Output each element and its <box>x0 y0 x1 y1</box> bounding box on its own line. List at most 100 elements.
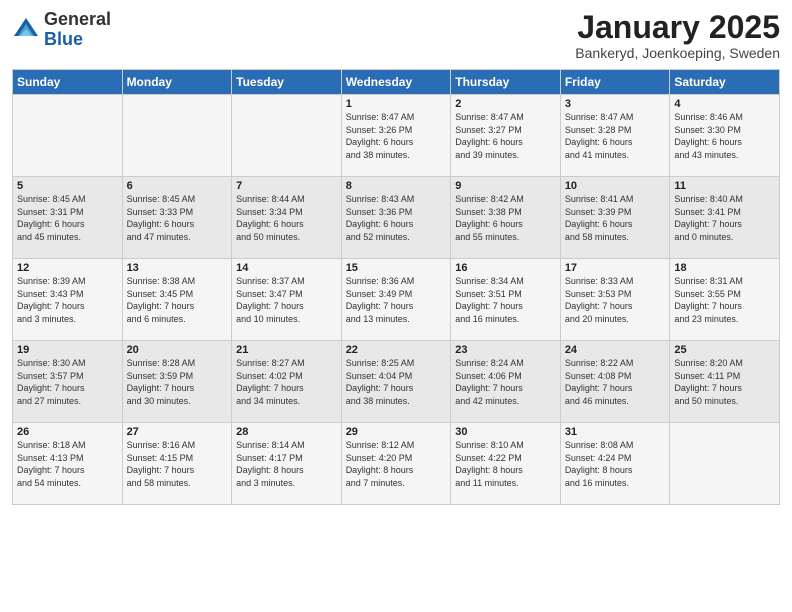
day-info: Sunrise: 8:44 AM Sunset: 3:34 PM Dayligh… <box>236 193 337 243</box>
day-info: Sunrise: 8:39 AM Sunset: 3:43 PM Dayligh… <box>17 275 118 325</box>
calendar-cell: 26Sunrise: 8:18 AM Sunset: 4:13 PM Dayli… <box>13 423 123 505</box>
title-block: January 2025 Bankeryd, Joenkoeping, Swed… <box>575 10 780 61</box>
calendar-cell: 14Sunrise: 8:37 AM Sunset: 3:47 PM Dayli… <box>232 259 342 341</box>
day-of-week-header: Wednesday <box>341 70 451 95</box>
calendar-cell: 25Sunrise: 8:20 AM Sunset: 4:11 PM Dayli… <box>670 341 780 423</box>
day-info: Sunrise: 8:12 AM Sunset: 4:20 PM Dayligh… <box>346 439 447 489</box>
calendar-cell: 10Sunrise: 8:41 AM Sunset: 3:39 PM Dayli… <box>560 177 670 259</box>
day-of-week-header: Thursday <box>451 70 561 95</box>
day-of-week-header: Tuesday <box>232 70 342 95</box>
day-info: Sunrise: 8:24 AM Sunset: 4:06 PM Dayligh… <box>455 357 556 407</box>
day-number: 12 <box>17 262 118 274</box>
day-number: 26 <box>17 426 118 438</box>
day-number: 15 <box>346 262 447 274</box>
day-number: 10 <box>565 180 666 192</box>
day-number: 21 <box>236 344 337 356</box>
day-of-week-header: Saturday <box>670 70 780 95</box>
day-number: 11 <box>674 180 775 192</box>
day-info: Sunrise: 8:14 AM Sunset: 4:17 PM Dayligh… <box>236 439 337 489</box>
day-info: Sunrise: 8:31 AM Sunset: 3:55 PM Dayligh… <box>674 275 775 325</box>
day-info: Sunrise: 8:10 AM Sunset: 4:22 PM Dayligh… <box>455 439 556 489</box>
logo: General Blue <box>12 10 111 50</box>
day-info: Sunrise: 8:46 AM Sunset: 3:30 PM Dayligh… <box>674 111 775 161</box>
day-number: 5 <box>17 180 118 192</box>
calendar-week-row: 1Sunrise: 8:47 AM Sunset: 3:26 PM Daylig… <box>13 95 780 177</box>
calendar-table: SundayMondayTuesdayWednesdayThursdayFrid… <box>12 69 780 505</box>
day-number: 24 <box>565 344 666 356</box>
calendar-week-row: 19Sunrise: 8:30 AM Sunset: 3:57 PM Dayli… <box>13 341 780 423</box>
day-number: 20 <box>127 344 228 356</box>
day-info: Sunrise: 8:27 AM Sunset: 4:02 PM Dayligh… <box>236 357 337 407</box>
day-number: 23 <box>455 344 556 356</box>
day-info: Sunrise: 8:30 AM Sunset: 3:57 PM Dayligh… <box>17 357 118 407</box>
day-number: 25 <box>674 344 775 356</box>
day-number: 22 <box>346 344 447 356</box>
calendar-cell: 22Sunrise: 8:25 AM Sunset: 4:04 PM Dayli… <box>341 341 451 423</box>
calendar-cell: 4Sunrise: 8:46 AM Sunset: 3:30 PM Daylig… <box>670 95 780 177</box>
calendar-cell: 27Sunrise: 8:16 AM Sunset: 4:15 PM Dayli… <box>122 423 232 505</box>
calendar-cell: 29Sunrise: 8:12 AM Sunset: 4:20 PM Dayli… <box>341 423 451 505</box>
day-info: Sunrise: 8:41 AM Sunset: 3:39 PM Dayligh… <box>565 193 666 243</box>
location: Bankeryd, Joenkoeping, Sweden <box>575 45 780 61</box>
day-info: Sunrise: 8:40 AM Sunset: 3:41 PM Dayligh… <box>674 193 775 243</box>
calendar-header-row: SundayMondayTuesdayWednesdayThursdayFrid… <box>13 70 780 95</box>
calendar-week-row: 26Sunrise: 8:18 AM Sunset: 4:13 PM Dayli… <box>13 423 780 505</box>
day-number: 30 <box>455 426 556 438</box>
calendar-cell: 8Sunrise: 8:43 AM Sunset: 3:36 PM Daylig… <box>341 177 451 259</box>
day-number: 29 <box>346 426 447 438</box>
day-number: 31 <box>565 426 666 438</box>
day-number: 19 <box>17 344 118 356</box>
calendar-cell: 13Sunrise: 8:38 AM Sunset: 3:45 PM Dayli… <box>122 259 232 341</box>
calendar-cell: 7Sunrise: 8:44 AM Sunset: 3:34 PM Daylig… <box>232 177 342 259</box>
calendar-week-row: 5Sunrise: 8:45 AM Sunset: 3:31 PM Daylig… <box>13 177 780 259</box>
day-number: 7 <box>236 180 337 192</box>
calendar-cell: 6Sunrise: 8:45 AM Sunset: 3:33 PM Daylig… <box>122 177 232 259</box>
day-info: Sunrise: 8:36 AM Sunset: 3:49 PM Dayligh… <box>346 275 447 325</box>
day-number: 17 <box>565 262 666 274</box>
day-info: Sunrise: 8:34 AM Sunset: 3:51 PM Dayligh… <box>455 275 556 325</box>
calendar-cell: 9Sunrise: 8:42 AM Sunset: 3:38 PM Daylig… <box>451 177 561 259</box>
logo-text: General Blue <box>44 10 111 50</box>
calendar-cell: 17Sunrise: 8:33 AM Sunset: 3:53 PM Dayli… <box>560 259 670 341</box>
calendar-cell <box>13 95 123 177</box>
month-title: January 2025 <box>575 10 780 45</box>
calendar-cell <box>122 95 232 177</box>
calendar-cell: 1Sunrise: 8:47 AM Sunset: 3:26 PM Daylig… <box>341 95 451 177</box>
day-info: Sunrise: 8:45 AM Sunset: 3:33 PM Dayligh… <box>127 193 228 243</box>
calendar-cell: 16Sunrise: 8:34 AM Sunset: 3:51 PM Dayli… <box>451 259 561 341</box>
day-info: Sunrise: 8:08 AM Sunset: 4:24 PM Dayligh… <box>565 439 666 489</box>
calendar-cell: 5Sunrise: 8:45 AM Sunset: 3:31 PM Daylig… <box>13 177 123 259</box>
calendar-cell: 21Sunrise: 8:27 AM Sunset: 4:02 PM Dayli… <box>232 341 342 423</box>
logo-blue: Blue <box>44 29 83 49</box>
calendar-cell: 24Sunrise: 8:22 AM Sunset: 4:08 PM Dayli… <box>560 341 670 423</box>
page-header: General Blue January 2025 Bankeryd, Joen… <box>12 10 780 61</box>
day-number: 1 <box>346 98 447 110</box>
calendar-week-row: 12Sunrise: 8:39 AM Sunset: 3:43 PM Dayli… <box>13 259 780 341</box>
calendar-cell: 15Sunrise: 8:36 AM Sunset: 3:49 PM Dayli… <box>341 259 451 341</box>
page-container: General Blue January 2025 Bankeryd, Joen… <box>0 0 792 513</box>
day-info: Sunrise: 8:22 AM Sunset: 4:08 PM Dayligh… <box>565 357 666 407</box>
calendar-cell: 3Sunrise: 8:47 AM Sunset: 3:28 PM Daylig… <box>560 95 670 177</box>
day-info: Sunrise: 8:28 AM Sunset: 3:59 PM Dayligh… <box>127 357 228 407</box>
day-number: 18 <box>674 262 775 274</box>
day-number: 2 <box>455 98 556 110</box>
day-info: Sunrise: 8:37 AM Sunset: 3:47 PM Dayligh… <box>236 275 337 325</box>
day-number: 4 <box>674 98 775 110</box>
calendar-cell: 19Sunrise: 8:30 AM Sunset: 3:57 PM Dayli… <box>13 341 123 423</box>
day-number: 13 <box>127 262 228 274</box>
calendar-cell: 28Sunrise: 8:14 AM Sunset: 4:17 PM Dayli… <box>232 423 342 505</box>
calendar-cell: 18Sunrise: 8:31 AM Sunset: 3:55 PM Dayli… <box>670 259 780 341</box>
day-of-week-header: Friday <box>560 70 670 95</box>
day-number: 9 <box>455 180 556 192</box>
day-number: 14 <box>236 262 337 274</box>
day-info: Sunrise: 8:18 AM Sunset: 4:13 PM Dayligh… <box>17 439 118 489</box>
day-info: Sunrise: 8:47 AM Sunset: 3:26 PM Dayligh… <box>346 111 447 161</box>
logo-icon <box>12 16 40 44</box>
day-info: Sunrise: 8:16 AM Sunset: 4:15 PM Dayligh… <box>127 439 228 489</box>
day-number: 27 <box>127 426 228 438</box>
calendar-cell: 23Sunrise: 8:24 AM Sunset: 4:06 PM Dayli… <box>451 341 561 423</box>
calendar-cell: 31Sunrise: 8:08 AM Sunset: 4:24 PM Dayli… <box>560 423 670 505</box>
day-info: Sunrise: 8:47 AM Sunset: 3:27 PM Dayligh… <box>455 111 556 161</box>
day-info: Sunrise: 8:43 AM Sunset: 3:36 PM Dayligh… <box>346 193 447 243</box>
day-info: Sunrise: 8:25 AM Sunset: 4:04 PM Dayligh… <box>346 357 447 407</box>
